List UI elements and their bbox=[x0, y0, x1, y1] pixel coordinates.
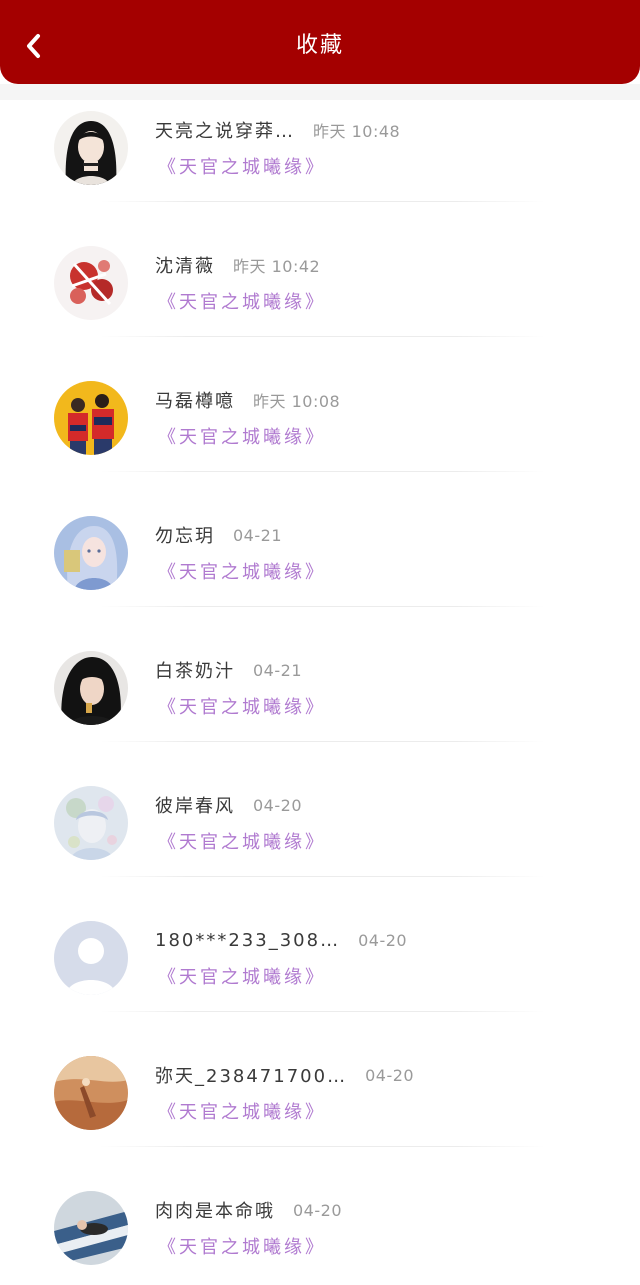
user-name: 肉肉是本命哦 bbox=[155, 1201, 275, 1222]
user-name: 彼岸春风 bbox=[155, 796, 235, 817]
user-name: 勿忘玥 bbox=[155, 526, 215, 547]
book-title[interactable]: 《天官之城曦缘》 bbox=[158, 288, 326, 314]
timestamp: 昨天 10:48 bbox=[313, 122, 401, 141]
avatar-girl-dark-hair-icon bbox=[54, 111, 128, 185]
user-name: 马磊樽噫 bbox=[155, 391, 235, 412]
divider bbox=[100, 741, 545, 742]
divider bbox=[100, 471, 545, 472]
list-item[interactable]: 沈清薇 昨天 10:42 《天官之城曦缘》 bbox=[0, 235, 640, 370]
avatar-dark-hair-portrait-icon bbox=[54, 651, 128, 725]
timestamp: 04-21 bbox=[233, 525, 282, 545]
book-title[interactable]: 《天官之城曦缘》 bbox=[158, 558, 326, 584]
favorites-list: 天亮之说穿莽… 昨天 10:48 《天官之城曦缘》 沈清薇 昨天 10:42 《… bbox=[0, 100, 640, 1285]
list-item[interactable]: 180***233_308… 04-20 《天官之城曦缘》 bbox=[0, 910, 640, 1045]
user-name: 天亮之说穿莽… bbox=[155, 121, 295, 142]
timestamp: 04-21 bbox=[253, 660, 302, 680]
avatar-anime-girl-blue-icon bbox=[54, 516, 128, 590]
avatar-couple-yellow-icon bbox=[54, 381, 128, 455]
divider bbox=[100, 1011, 545, 1012]
timestamp: 04-20 bbox=[365, 1065, 415, 1085]
top-bar: 收藏 bbox=[0, 0, 640, 84]
list-item[interactable]: 天亮之说穿莽… 昨天 10:48 《天官之城曦缘》 bbox=[0, 100, 640, 235]
list-item[interactable]: 弥天_238471700… 04-20 《天官之城曦缘》 bbox=[0, 1045, 640, 1180]
divider bbox=[100, 336, 545, 337]
timestamp: 昨天 10:08 bbox=[253, 392, 341, 411]
book-title[interactable]: 《天官之城曦缘》 bbox=[158, 963, 326, 989]
timestamp: 04-20 bbox=[253, 795, 302, 815]
divider bbox=[100, 876, 545, 877]
avatar[interactable] bbox=[54, 1191, 128, 1265]
list-item[interactable]: 白茶奶汁 04-21 《天官之城曦缘》 bbox=[0, 640, 640, 775]
avatar-striped-photo-icon bbox=[54, 1191, 128, 1265]
book-title[interactable]: 《天官之城曦缘》 bbox=[158, 828, 326, 854]
avatar[interactable] bbox=[54, 111, 128, 185]
avatar[interactable] bbox=[54, 381, 128, 455]
timestamp: 04-20 bbox=[358, 930, 408, 950]
list-item[interactable]: 肉肉是本命哦 04-20 《天官之城曦缘》 bbox=[0, 1180, 640, 1285]
avatar-red-flowers-icon bbox=[54, 246, 128, 320]
avatar-default-person-icon bbox=[54, 921, 128, 995]
user-name: 180***233_308… bbox=[155, 929, 341, 951]
user-name: 弥天_238471700… bbox=[155, 1066, 348, 1087]
avatar[interactable] bbox=[54, 516, 128, 590]
avatar[interactable] bbox=[54, 246, 128, 320]
page-title: 收藏 bbox=[295, 33, 344, 58]
list-item[interactable]: 勿忘玥 04-21 《天官之城曦缘》 bbox=[0, 505, 640, 640]
divider bbox=[100, 201, 545, 202]
user-name: 沈清薇 bbox=[155, 256, 215, 277]
book-title[interactable]: 《天官之城曦缘》 bbox=[158, 693, 326, 719]
user-name: 白茶奶汁 bbox=[155, 661, 235, 682]
avatar-desert-scene-icon bbox=[54, 1056, 128, 1130]
divider bbox=[100, 606, 545, 607]
timestamp: 昨天 10:42 bbox=[233, 257, 321, 276]
avatar[interactable] bbox=[54, 786, 128, 860]
book-title[interactable]: 《天官之城曦缘》 bbox=[158, 153, 326, 179]
list-item[interactable]: 彼岸春风 04-20 《天官之城曦缘》 bbox=[0, 775, 640, 910]
avatar[interactable] bbox=[54, 1056, 128, 1130]
avatar[interactable] bbox=[54, 921, 128, 995]
list-item[interactable]: 马磊樽噫 昨天 10:08 《天官之城曦缘》 bbox=[0, 370, 640, 505]
avatar[interactable] bbox=[54, 651, 128, 725]
header-separator bbox=[0, 84, 640, 100]
book-title[interactable]: 《天官之城曦缘》 bbox=[158, 1098, 326, 1124]
avatar-pastel-illustration-icon bbox=[54, 786, 128, 860]
book-title[interactable]: 《天官之城曦缘》 bbox=[158, 1233, 326, 1259]
book-title[interactable]: 《天官之城曦缘》 bbox=[158, 423, 326, 449]
timestamp: 04-20 bbox=[293, 1200, 342, 1220]
divider bbox=[100, 1146, 545, 1147]
